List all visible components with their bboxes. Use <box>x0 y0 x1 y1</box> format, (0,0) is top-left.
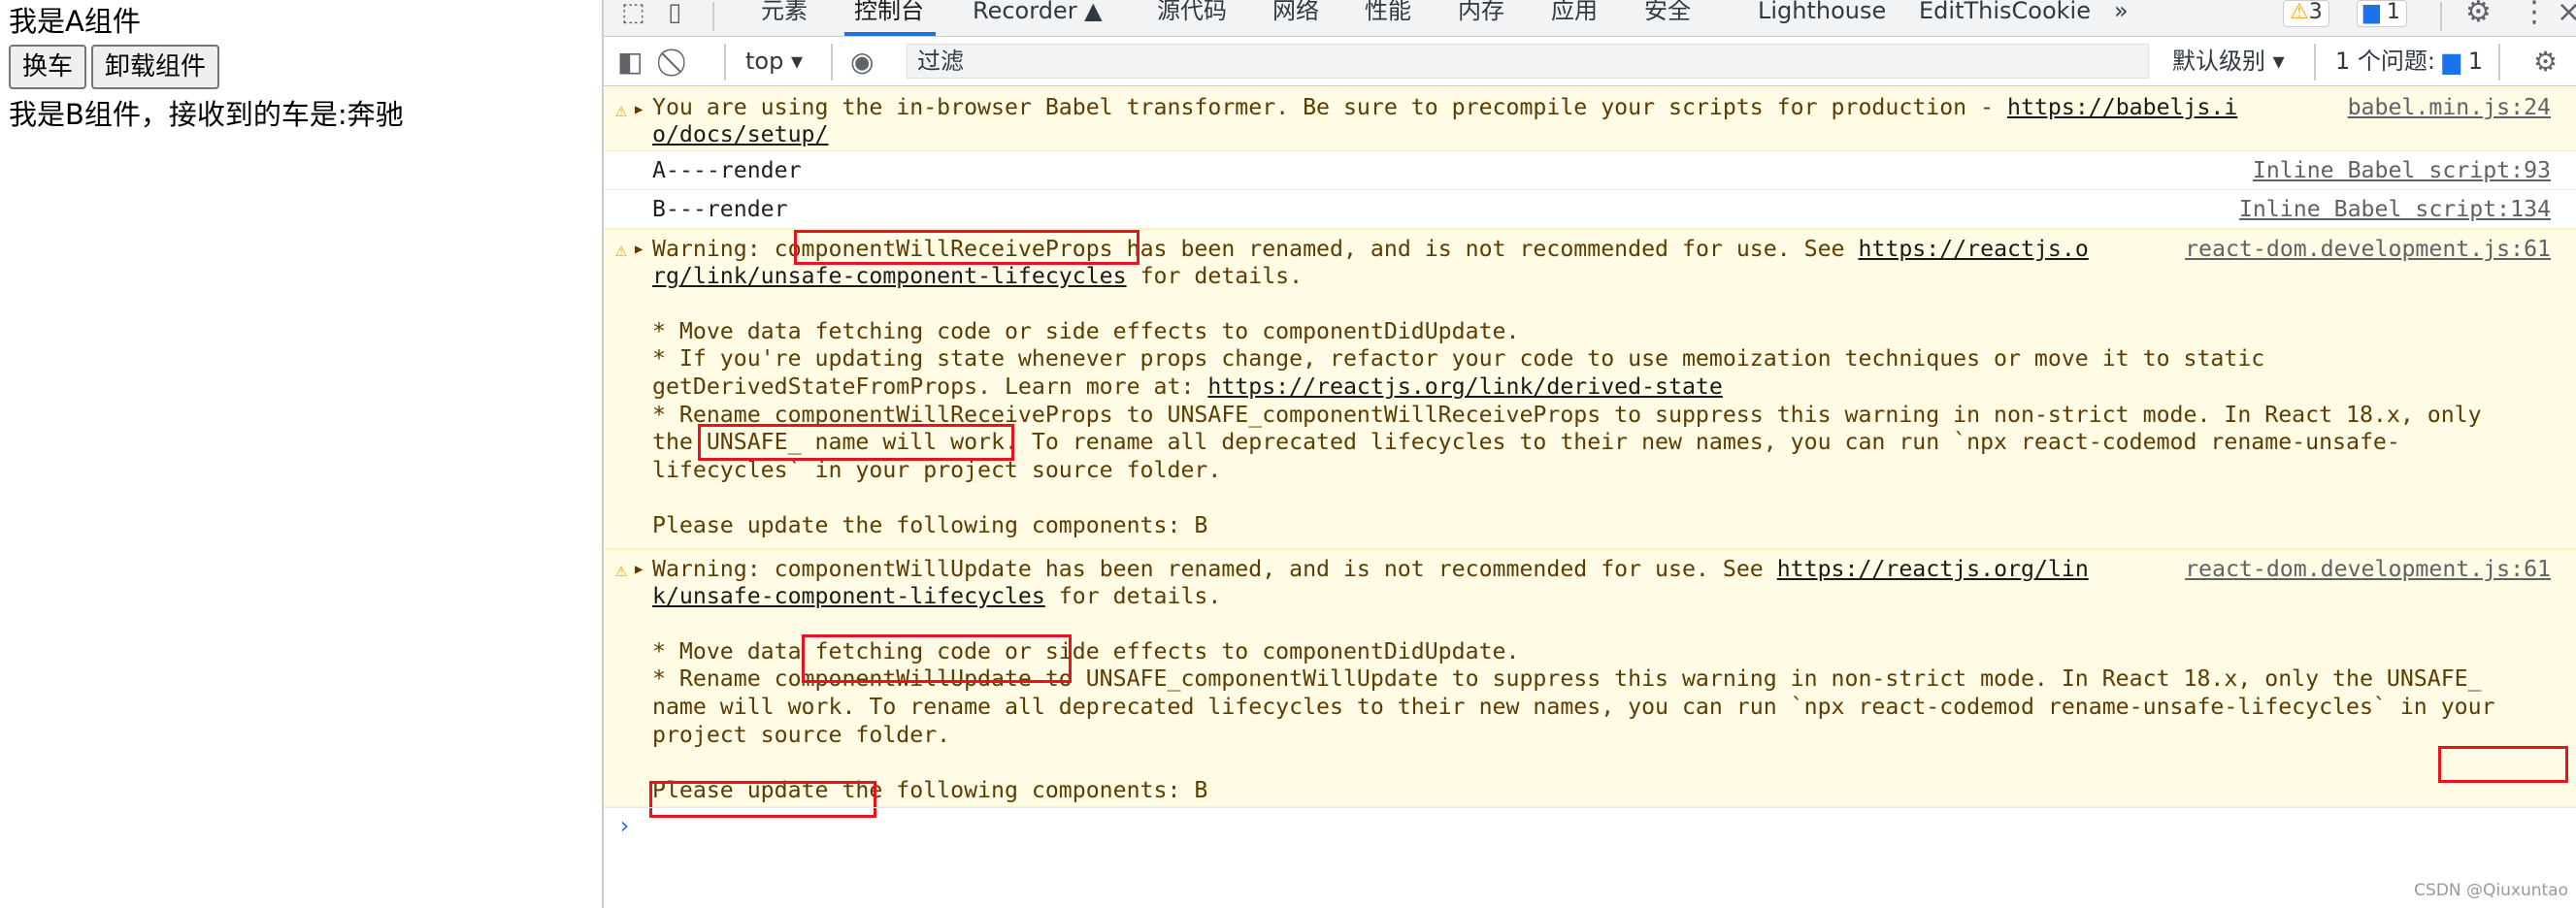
console-filter-input[interactable]: 过滤 <box>907 44 2149 79</box>
message-line: o/docs/setup/ <box>652 121 828 148</box>
change-car-button[interactable]: 换车 <box>9 45 87 89</box>
highlight-box <box>794 230 1139 265</box>
tab-performance[interactable]: 性能 <box>1365 0 1411 29</box>
react-docs-link-cont[interactable]: rg/link/unsafe-component-lifecycles <box>652 263 1127 289</box>
console-log-b-render: B---render Inline Babel script:134 <box>604 190 2576 229</box>
unload-component-button[interactable]: 卸载组件 <box>91 45 220 89</box>
inspect-element-icon[interactable]: ⬚ <box>621 0 645 27</box>
message-line: * Move data fetching code or side effect… <box>652 318 1520 344</box>
show-sidebar-icon[interactable]: ◧ <box>617 48 643 77</box>
context-selector[interactable]: top ▾ <box>745 46 803 77</box>
live-expression-eye-icon[interactable]: ◉ <box>850 48 874 77</box>
tab-elements[interactable]: 元素 <box>761 0 808 29</box>
message-text: B---render <box>652 196 788 222</box>
toolbar-divider <box>2498 44 2500 81</box>
babel-docs-link[interactable]: https://babeljs.i <box>2007 94 2237 120</box>
console-toolbar: ◧ ⃠ top ▾ ◉ 过滤 默认级别 ▾ 1 个问题: ▆ 1 ⚙ <box>604 38 2576 86</box>
messages-badge[interactable]: ▆ 1 <box>2357 0 2407 27</box>
message-line: rg/link/unsafe-component-lifecycles for … <box>652 263 1304 289</box>
message-icon: ▆ <box>2363 0 2380 24</box>
react-docs-link[interactable]: https://reactjs.org/lin <box>1777 556 2089 582</box>
toolbar-divider <box>2314 44 2316 81</box>
more-tabs-icon[interactable]: » <box>2114 0 2129 29</box>
tabbar-divider <box>712 2 714 31</box>
warning-icon: ⚠ <box>615 558 628 581</box>
tab-memory[interactable]: 内存 <box>1458 0 1504 29</box>
message-line: * Move data fetching code or side effect… <box>652 638 1520 665</box>
toolbar-divider <box>831 44 833 81</box>
devtools-tabbar: ⬚ ▯ 元素 控制台 Recorder ▲ 源代码 网络 性能 内存 应用 安全… <box>604 0 2576 37</box>
expand-triangle-icon[interactable]: ▶ <box>635 556 643 583</box>
tab-editthiscookie[interactable]: EditThisCookie <box>1919 0 2091 29</box>
highlight-box <box>698 424 1014 461</box>
source-link[interactable]: babel.min.js:24 <box>2348 94 2551 121</box>
message-line: project source folder. <box>652 722 951 748</box>
console-warning-cwu: ⚠ ▶ Warning: componentWillUpdate has bee… <box>604 549 2576 818</box>
console-output: ⚠ ▶ You are using the in-browser Babel t… <box>604 87 2576 908</box>
csdn-watermark: CSDN @Qiuxuntao <box>2414 881 2568 900</box>
issue-icon: ▆ <box>2442 48 2461 75</box>
toolbar-divider <box>724 44 726 81</box>
message-line: name will work. To rename all deprecated… <box>652 694 2495 720</box>
warning-icon: ⚠ <box>615 98 628 121</box>
tab-security[interactable]: 安全 <box>1644 0 1691 29</box>
console-settings-gear-icon[interactable]: ⚙ <box>2533 48 2558 77</box>
console-prompt-row[interactable]: › <box>604 807 2576 846</box>
tab-lighthouse[interactable]: Lighthouse <box>1758 0 1886 29</box>
issues-button[interactable]: 1 个问题: ▆ 1 <box>2335 46 2483 77</box>
message-line: lifecycles` in your project source folde… <box>652 457 1222 483</box>
source-link[interactable]: Inline Babel script:93 <box>2253 157 2551 184</box>
device-toolbar-icon[interactable]: ▯ <box>668 0 681 27</box>
log-level-dropdown[interactable]: 默认级别 ▾ <box>2172 46 2285 77</box>
message-line: * If you're updating state whenever prop… <box>652 345 2265 372</box>
console-prompt-chevron-icon: › <box>617 812 632 839</box>
message-line: You are using the in-browser Babel trans… <box>652 94 2238 120</box>
tab-console[interactable]: 控制台 <box>854 0 924 29</box>
console-warning-cwrp: ⚠ ▶ Warning: componentWillReceiveProps h… <box>604 229 2576 549</box>
component-a-title: 我是A组件 <box>9 5 141 38</box>
source-link[interactable]: Inline Babel script:134 <box>2239 196 2551 223</box>
babel-docs-link-cont[interactable]: o/docs/setup/ <box>652 121 828 147</box>
message-line: k/unsafe-component-lifecycles for detail… <box>652 583 1222 609</box>
react-docs-link-cont[interactable]: k/unsafe-component-lifecycles <box>652 583 1045 609</box>
warning-icon: ⚠ <box>615 238 628 261</box>
tab-sources[interactable]: 源代码 <box>1157 0 1227 29</box>
source-link[interactable]: react-dom.development.js:61 <box>2185 236 2551 263</box>
devtools-panel: ⬚ ▯ 元素 控制台 Recorder ▲ 源代码 网络 性能 内存 应用 安全… <box>602 0 2576 908</box>
tabbar-divider-right <box>2440 2 2442 31</box>
tab-recorder[interactable]: Recorder ▲ <box>973 0 1103 29</box>
warning-icon: ⚠ <box>2290 0 2309 24</box>
settings-gear-icon[interactable]: ⚙ <box>2465 0 2492 27</box>
highlighted-term: componentWillUpdate <box>774 556 1032 582</box>
console-warning-babel: ⚠ ▶ You are using the in-browser Babel t… <box>604 87 2576 151</box>
component-b-text: 我是B组件，接收到的车是:奔驰 <box>9 98 404 131</box>
expand-triangle-icon[interactable]: ▶ <box>635 236 643 263</box>
active-tab-indicator <box>844 32 936 36</box>
message-line: Please update the following components: … <box>652 512 1208 538</box>
message-text: A----render <box>652 157 802 183</box>
source-link[interactable]: react-dom.development.js:61 <box>2185 556 2551 583</box>
message-line: getDerivedStateFromProps. Learn more at:… <box>652 373 1723 400</box>
derived-state-link[interactable]: https://reactjs.org/link/derived-state <box>1207 373 1722 400</box>
warnings-badge[interactable]: ⚠3 <box>2283 0 2329 27</box>
console-log-a-render: A----render Inline Babel script:93 <box>604 151 2576 190</box>
message-line: Warning: componentWillUpdate has been re… <box>652 556 2089 582</box>
react-docs-link[interactable]: https://reactjs.o <box>1858 236 2088 262</box>
more-options-icon[interactable]: ⋮ <box>2520 0 2549 27</box>
highlight-box <box>2438 746 2568 783</box>
tab-application[interactable]: 应用 <box>1551 0 1598 29</box>
highlight-box <box>802 634 1072 683</box>
expand-triangle-icon[interactable]: ▶ <box>635 96 643 123</box>
tab-network[interactable]: 网络 <box>1272 0 1319 29</box>
close-devtools-icon[interactable]: × <box>2557 0 2576 27</box>
page-viewport: 我是A组件 换车 卸载组件 我是B组件，接收到的车是:奔驰 <box>0 0 602 908</box>
